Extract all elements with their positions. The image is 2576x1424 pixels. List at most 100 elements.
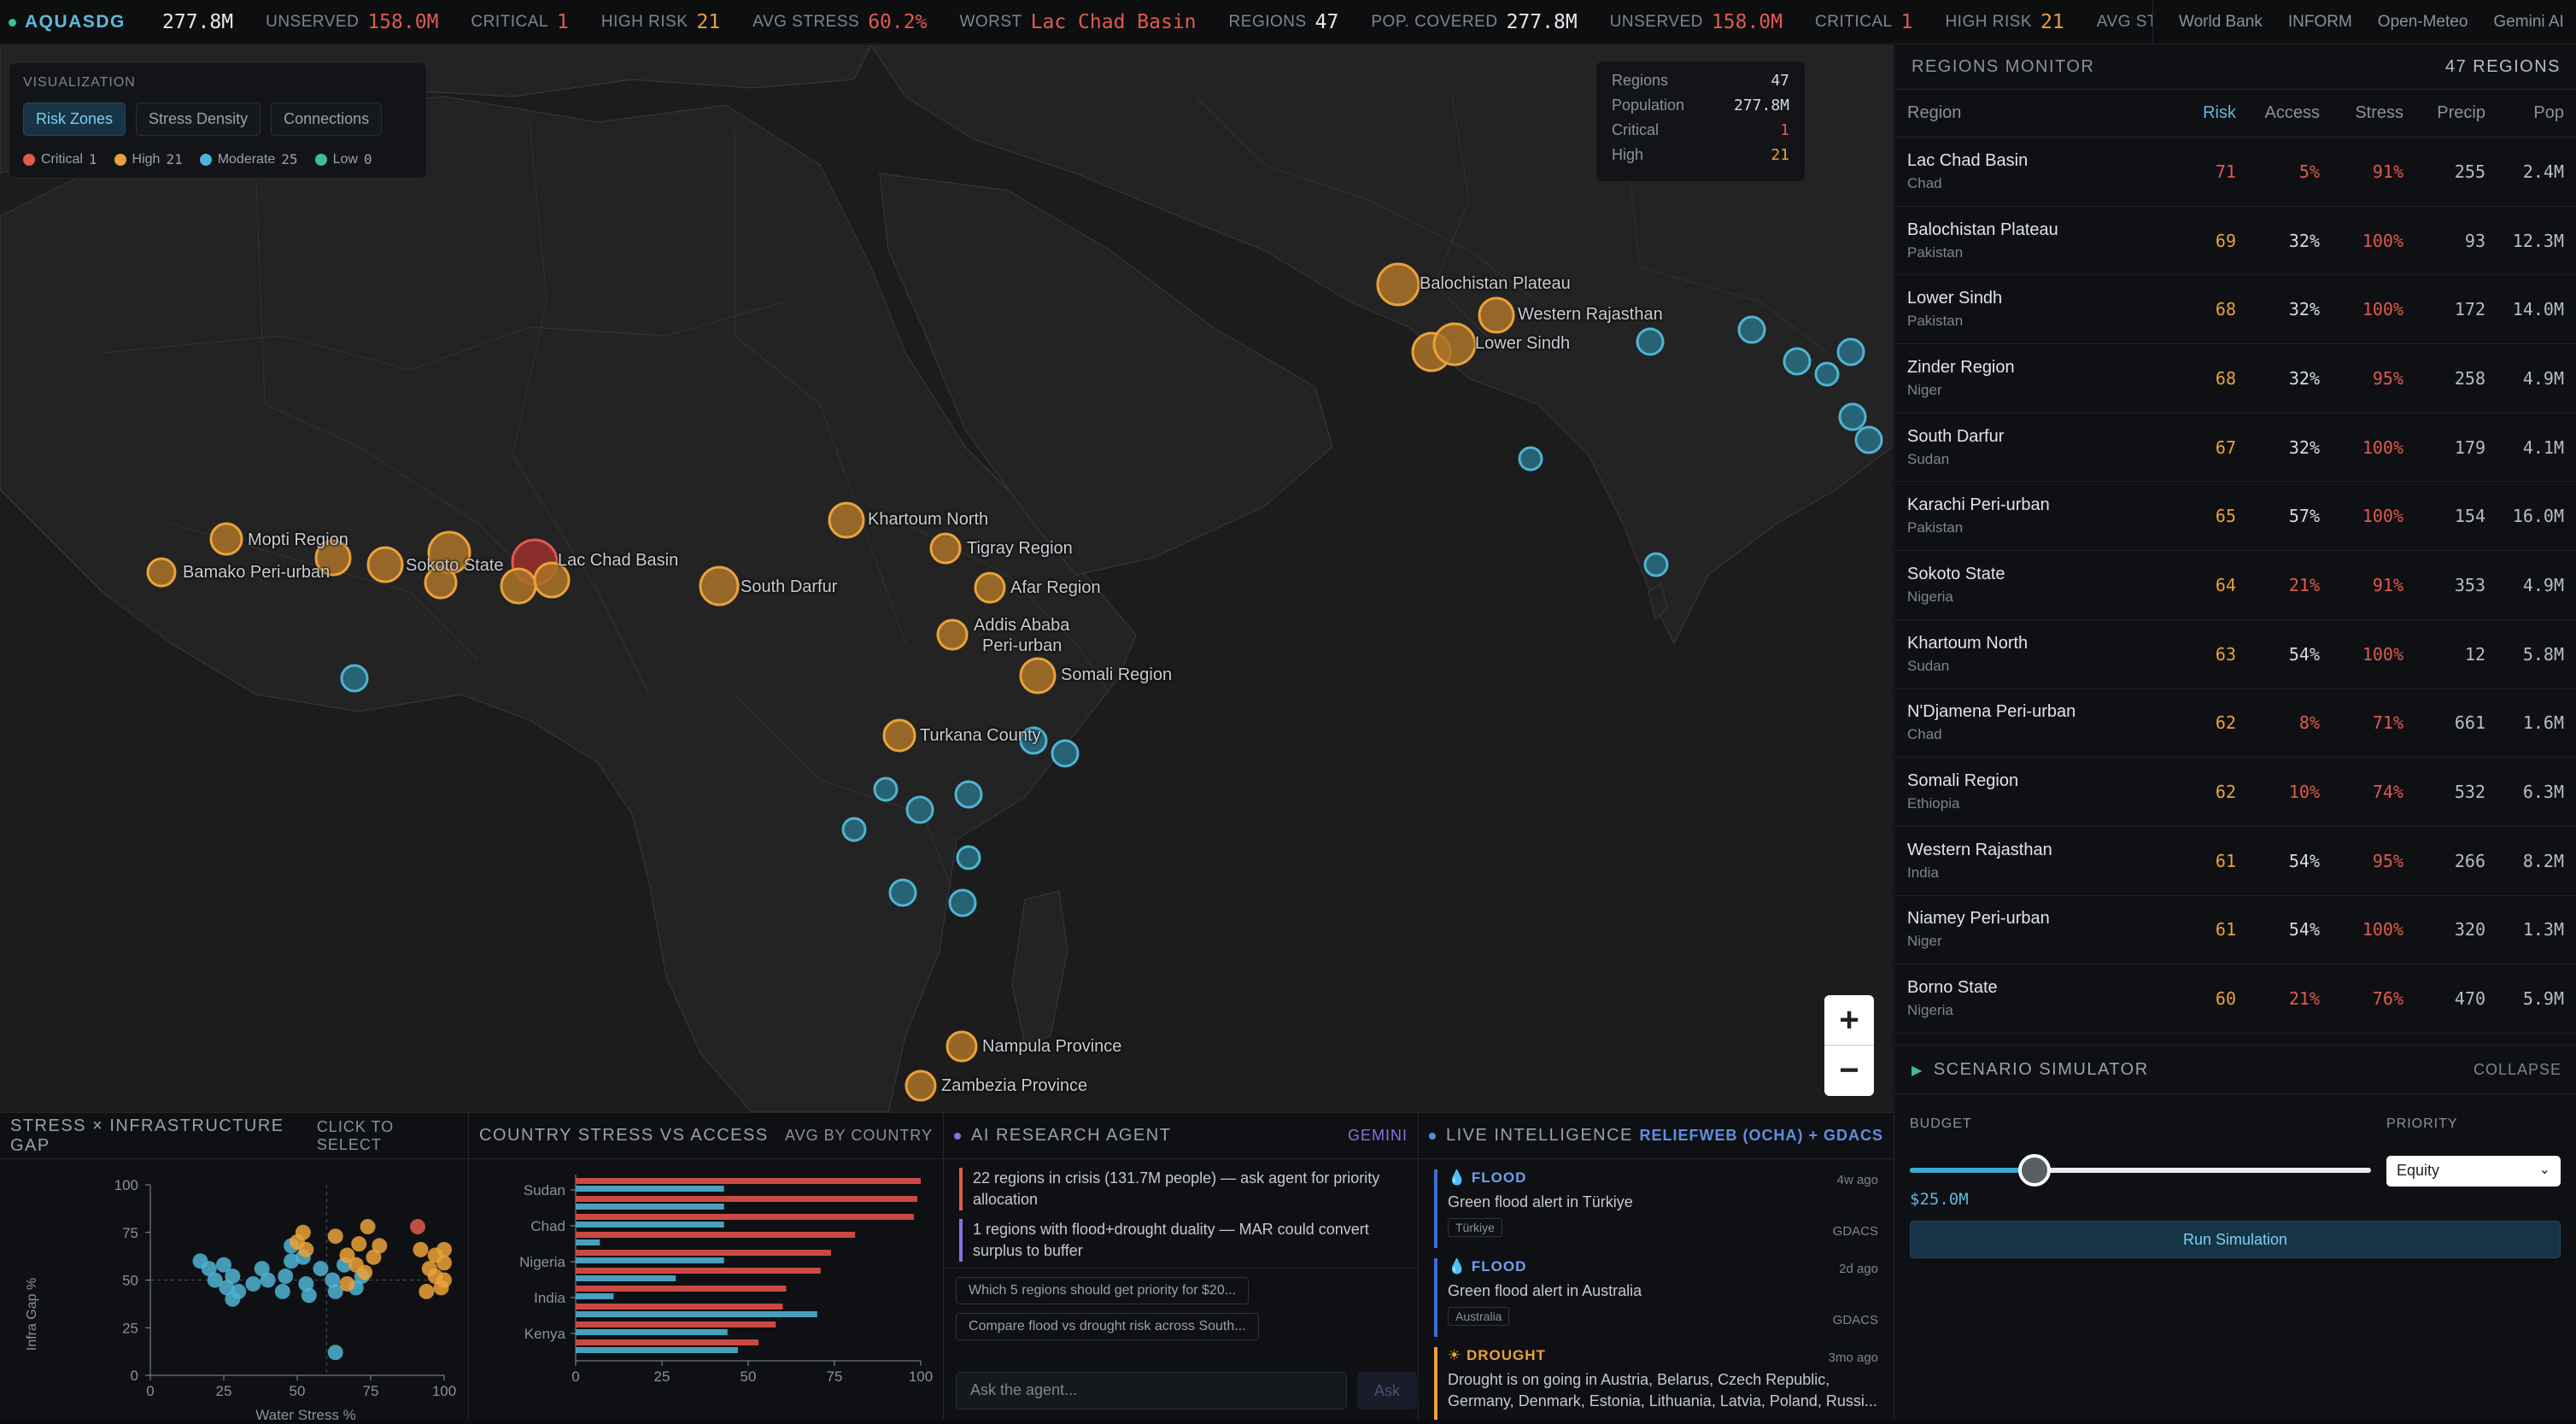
zoom-out-button[interactable]: − [1824, 1046, 1874, 1096]
suggestion-chip[interactable]: Compare flood vs drought risk across Sou… [956, 1313, 1259, 1340]
map-label[interactable]: Balochistan Plateau [1420, 274, 1571, 294]
source-inform[interactable]: INFORM [2288, 13, 2352, 32]
source-gemini[interactable]: Gemini AI [2493, 13, 2563, 32]
priority-select[interactable]: Equity ⌄ [2386, 1156, 2561, 1187]
moderate-region-marker[interactable] [1838, 402, 1867, 431]
map-view[interactable]: Mopti Region Bamako Peri-urban Sokoto St… [0, 45, 1893, 1112]
scatter-point [327, 1345, 343, 1361]
moderate-region-marker[interactable] [841, 817, 867, 842]
moderate-region-marker[interactable] [873, 776, 899, 802]
high-region-marker[interactable] [500, 567, 537, 605]
map-label[interactable]: Western Rajasthan [1518, 305, 1663, 325]
map-label[interactable]: Sokoto State [406, 556, 504, 576]
high-region-marker[interactable] [905, 1069, 937, 1102]
ticker-value: 158.0M [367, 11, 439, 33]
map-label[interactable]: Tigray Region [967, 539, 1073, 559]
moderate-region-marker[interactable] [1836, 337, 1865, 366]
col-risk[interactable]: Risk [2168, 103, 2236, 123]
map-label[interactable]: Khartoum North [868, 510, 988, 530]
budget-slider-handle[interactable] [2017, 1154, 2051, 1187]
table-row[interactable]: Khartoum North Sudan 63 54% 100% 12 5.8M [1894, 620, 2576, 689]
moderate-region-marker[interactable] [888, 878, 917, 907]
moderate-region-marker[interactable] [1854, 425, 1883, 454]
moderate-region-marker[interactable] [1643, 552, 1669, 577]
table-row[interactable]: Somali Region Ethiopia 62 10% 74% 532 6.3M [1894, 758, 2576, 827]
brand[interactable]: AQUASDG [9, 0, 138, 44]
high-region-marker[interactable] [974, 571, 1006, 604]
col-access[interactable]: Access [2236, 103, 2320, 123]
risk-cell: 68 [2215, 367, 2236, 389]
table-row[interactable]: Lower Sindh Pakistan 68 32% 100% 172 14.0M [1894, 275, 2576, 345]
high-region-marker[interactable] [946, 1030, 978, 1063]
map-label[interactable]: Lac Chad Basin [558, 551, 678, 571]
moderate-region-marker[interactable] [954, 780, 983, 809]
table-row[interactable]: Zinder Region Niger 68 32% 95% 258 4.9M [1894, 344, 2576, 413]
moderate-region-marker[interactable] [1783, 347, 1812, 376]
high-region-marker[interactable] [1376, 262, 1420, 307]
risk-zones-button[interactable]: Risk Zones [23, 103, 126, 136]
map-label[interactable]: Nampula Province [982, 1037, 1121, 1057]
map-label[interactable]: Afar Region [1010, 578, 1101, 598]
map-label[interactable]: Mopti Region [248, 530, 348, 550]
moderate-region-marker[interactable] [1636, 327, 1665, 356]
ticker-value: 277.8M [162, 11, 234, 33]
high-region-marker[interactable] [882, 718, 916, 753]
high-region-marker[interactable] [936, 618, 969, 651]
high-region-marker[interactable] [209, 522, 243, 556]
table-row[interactable]: Lac Chad Basin Chad 71 5% 91% 255 2.4M [1894, 138, 2576, 207]
map-label[interactable]: Peri-urban [982, 636, 1062, 656]
table-row[interactable]: South Darfur Sudan 67 32% 100% 179 4.1M [1894, 413, 2576, 483]
high-region-marker[interactable] [929, 532, 962, 565]
map-label[interactable]: Zambezia Province [941, 1076, 1087, 1096]
high-region-marker[interactable] [1478, 296, 1515, 334]
map-label[interactable]: Somali Region [1061, 665, 1172, 685]
map-label[interactable]: Lower Sindh [1475, 334, 1570, 354]
run-simulation-button[interactable]: Run Simulation [1910, 1221, 2561, 1258]
ask-input[interactable]: Ask the agent... [956, 1372, 1347, 1409]
collapse-button[interactable]: COLLAPSE [2474, 1061, 2561, 1079]
map-label[interactable]: Turkana County [920, 726, 1041, 746]
ask-button[interactable]: Ask [1357, 1372, 1417, 1409]
high-region-marker[interactable] [828, 501, 865, 539]
moderate-region-marker[interactable] [905, 795, 934, 824]
news-item[interactable]: ☀ DROUGHT Drought is on going in Austria… [1434, 1347, 1883, 1420]
table-row[interactable]: N'Djamena Peri-urban Chad 62 8% 71% 661 1.6M [1894, 689, 2576, 759]
table-row[interactable]: Western Rajasthan India 61 54% 95% 266 8.2M [1894, 827, 2576, 896]
table-row[interactable]: Karachi Peri-urban Pakistan 65 57% 100% 154 16… [1894, 482, 2576, 552]
col-stress[interactable]: Stress [2320, 103, 2403, 123]
budget-slider[interactable] [1910, 1154, 2371, 1187]
high-region-marker[interactable] [366, 546, 404, 583]
moderate-region-marker[interactable] [1051, 739, 1080, 768]
table-row[interactable]: Balochistan Plateau Pakistan 69 32% 100% 93 12… [1894, 207, 2576, 276]
high-region-marker[interactable] [699, 565, 740, 607]
zoom-in-button[interactable]: + [1824, 995, 1874, 1046]
col-pop[interactable]: Pop [2485, 103, 2564, 123]
high-region-marker[interactable] [146, 557, 177, 588]
source-open-meteo[interactable]: Open-Meteo [2378, 13, 2468, 32]
moderate-region-marker[interactable] [956, 845, 981, 870]
moderate-region-marker[interactable] [948, 888, 977, 917]
suggestion-chip[interactable]: Which 5 regions should get priority for … [956, 1277, 1250, 1304]
news-item[interactable]: 💧 FLOOD Green flood alert in Australia A… [1434, 1258, 1883, 1337]
bar-chart[interactable]: Sudan Chad Nigeria India Kenya 0 25 50 75 100 [469, 1159, 943, 1420]
table-row[interactable]: Sokoto State Nigeria 64 21% 91% 353 4.9M [1894, 551, 2576, 620]
news-item[interactable]: 💧 FLOOD Green flood alert in Türkiye Tür… [1434, 1169, 1883, 1248]
moderate-region-marker[interactable] [1814, 361, 1840, 387]
stress-density-button[interactable]: Stress Density [136, 103, 261, 136]
col-region[interactable]: Region [1894, 103, 2168, 123]
moderate-region-marker[interactable] [340, 664, 369, 693]
connections-button[interactable]: Connections [271, 103, 383, 136]
col-precip[interactable]: Precip [2403, 103, 2485, 123]
moderate-region-marker[interactable] [1518, 446, 1543, 472]
table-row[interactable]: Borno State Nigeria 60 21% 76% 470 5.9M [1894, 964, 2576, 1034]
high-region-marker[interactable] [1432, 322, 1477, 366]
source-world-bank[interactable]: World Bank [2179, 13, 2263, 32]
simulator-header[interactable]: ▶ SCENARIO SIMULATOR COLLAPSE [1894, 1045, 2576, 1094]
map-label[interactable]: Bamako Peri-urban [183, 563, 330, 583]
map-label[interactable]: South Darfur [741, 577, 837, 597]
moderate-region-marker[interactable] [1737, 315, 1766, 344]
high-region-marker[interactable] [1019, 657, 1057, 694]
scatter-chart[interactable]: 0 25 50 75 100 0 25 50 75 100 Water Stress % Infra … [0, 1159, 468, 1423]
map-label[interactable]: Addis Ababa [974, 616, 1069, 636]
table-row[interactable]: Niamey Peri-urban Niger 61 54% 100% 320 1.3M [1894, 896, 2576, 965]
